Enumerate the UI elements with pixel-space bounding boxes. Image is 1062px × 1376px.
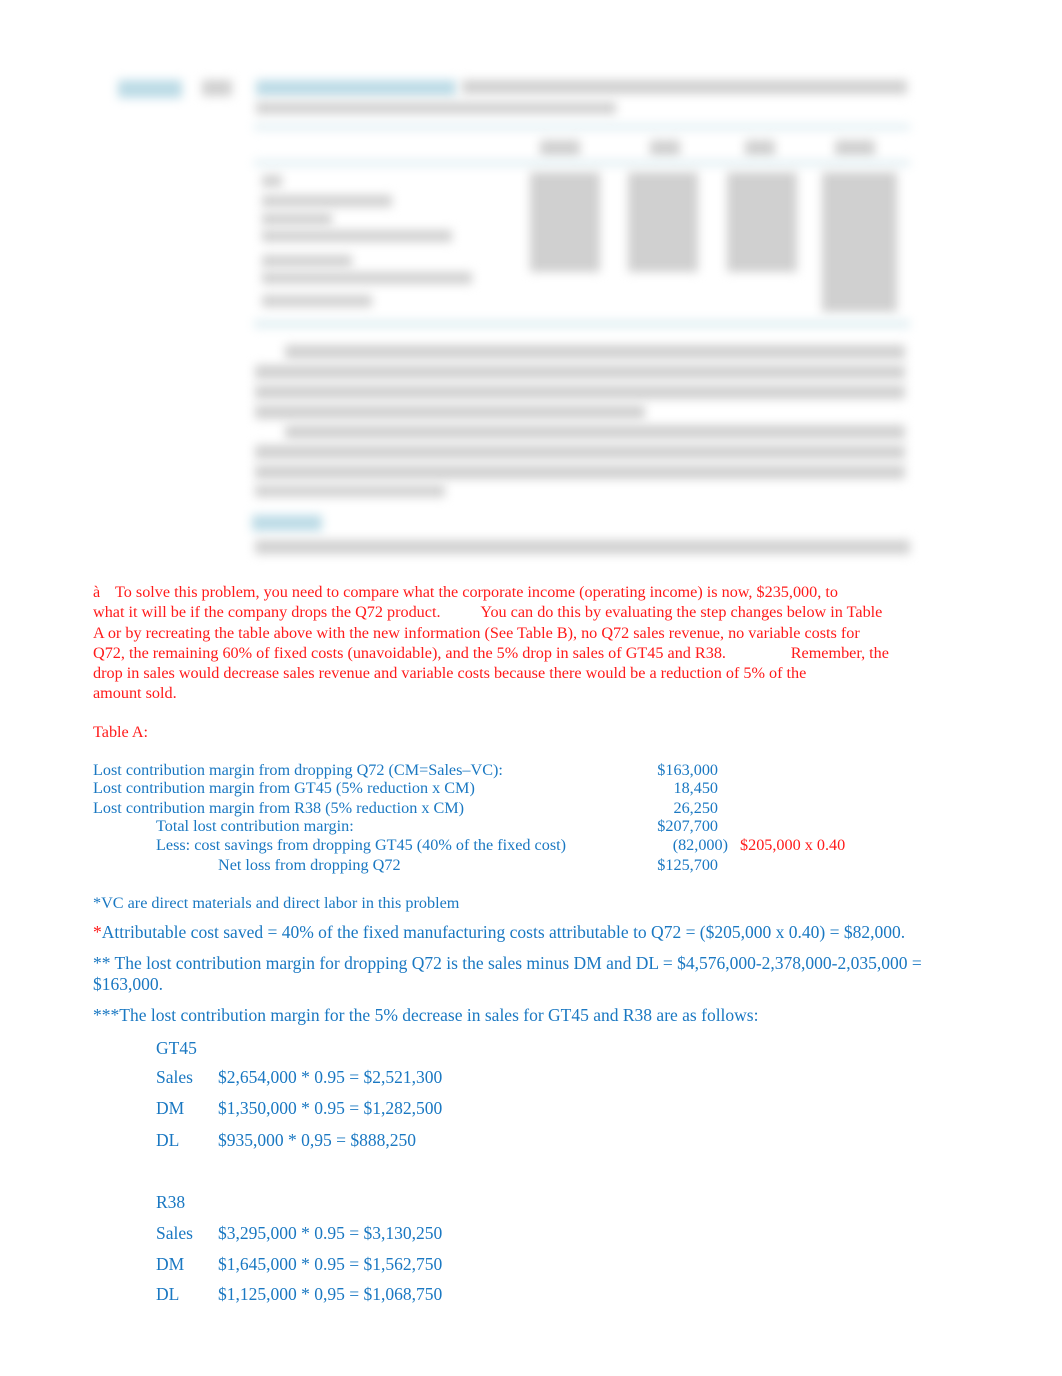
blurred-problem-text — [256, 102, 616, 114]
calc-value: $1,350,000 * 0.95 = $1,282,500 — [218, 1098, 443, 1118]
calc-label: DM — [156, 1098, 185, 1118]
blurred-row-label — [262, 295, 372, 307]
row-value: (82,000) — [672, 836, 728, 854]
lost-cm-note-cont: $163,000. — [93, 974, 163, 994]
intro-line: amount sold. — [93, 684, 177, 702]
calc-label: DM — [156, 1254, 185, 1274]
row-label: Lost contribution margin from GT45 (5% r… — [93, 779, 475, 797]
blurred-required-heading — [252, 515, 322, 531]
intro-line: To solve this problem, you need to compa… — [115, 583, 838, 601]
calc-label: DL — [156, 1284, 180, 1304]
blurred-table-rule — [254, 124, 910, 130]
blurred-column-values — [727, 172, 797, 272]
blurred-difficulty-tag — [202, 80, 232, 96]
calc-value: $3,295,000 * 0.95 = $3,130,250 — [218, 1223, 443, 1243]
table-a-title: Table A: — [93, 723, 149, 741]
blurred-paragraph — [255, 485, 445, 497]
blurred-column-values — [530, 172, 600, 272]
row-value: 26,250 — [673, 799, 718, 817]
blurred-paragraph — [255, 365, 905, 379]
blurred-row-label — [262, 230, 452, 242]
row-label: Less: cost savings from dropping GT45 (4… — [156, 836, 567, 854]
row-value: $207,700 — [657, 817, 718, 835]
row-value: 18,450 — [673, 779, 718, 797]
attributable-text: Attributable cost saved = 40% of the fix… — [101, 922, 906, 942]
bullet-arrow-icon: à — [93, 583, 101, 601]
row-note: $205,000 x 0.40 — [740, 836, 846, 854]
blurred-row-label — [262, 195, 392, 207]
blurred-row-label — [262, 272, 472, 284]
blurred-paragraph — [255, 445, 905, 459]
product-name: GT45 — [156, 1038, 197, 1058]
asterisk-marker: * — [93, 922, 102, 942]
calc-value: $1,645,000 * 0.95 = $1,562,750 — [218, 1254, 443, 1274]
blurred-problem-text — [462, 80, 907, 94]
lost-cm-note: ** The lost contribution margin for drop… — [93, 953, 922, 973]
intro-line: what it will be if the company drops the… — [93, 603, 883, 621]
intro-line: drop in sales would decrease sales reven… — [93, 664, 807, 682]
blurred-paragraph — [255, 405, 645, 419]
calc-value: $2,654,000 * 0.95 = $2,521,300 — [218, 1067, 443, 1087]
blurred-col-header — [745, 140, 775, 156]
calc-label: Sales — [156, 1067, 193, 1087]
row-label: Net loss from dropping Q72 — [218, 856, 401, 874]
blurred-paragraph — [255, 465, 905, 479]
blurred-paragraph — [285, 425, 905, 439]
row-label: Lost contribution margin from dropping Q… — [93, 761, 503, 779]
decrease-note: ***The lost contribution margin for the … — [93, 1005, 759, 1025]
vc-note: *VC are direct materials and direct labo… — [93, 894, 460, 912]
row-value: $125,700 — [657, 856, 718, 874]
blurred-column-values — [822, 172, 897, 312]
blurred-column-values — [628, 172, 698, 272]
attributable-note: *Attributable cost saved = 40% of the fi… — [93, 922, 905, 942]
row-label: Lost contribution margin from R38 (5% re… — [93, 799, 465, 817]
row-label: Total lost contribution margin: — [156, 817, 354, 835]
blurred-col-header — [650, 140, 680, 156]
blurred-paragraph — [285, 345, 905, 359]
blurred-problem-number — [118, 80, 182, 98]
blurred-table-rule — [254, 160, 910, 166]
blurred-table-rule — [254, 320, 910, 328]
blurred-row-label — [262, 175, 282, 187]
intro-line: A or by recreating the table above with … — [93, 624, 860, 642]
calc-label: Sales — [156, 1223, 193, 1243]
intro-line: Q72, the remaining 60% of fixed costs (u… — [93, 644, 889, 662]
blurred-col-header — [835, 140, 875, 156]
calc-label: DL — [156, 1130, 180, 1150]
blurred-col-header — [540, 140, 580, 156]
calc-value: $1,125,000 * 0,95 = $1,068,750 — [218, 1284, 443, 1304]
blurred-row-label — [262, 255, 352, 267]
row-value: $163,000 — [657, 761, 718, 779]
blurred-row-label — [262, 213, 332, 225]
blurred-paragraph — [255, 385, 905, 399]
product-name: R38 — [156, 1192, 186, 1212]
blurred-problem-title — [256, 80, 456, 96]
calc-value: $935,000 * 0,95 = $888,250 — [218, 1130, 416, 1150]
blurred-required-question — [255, 540, 910, 554]
